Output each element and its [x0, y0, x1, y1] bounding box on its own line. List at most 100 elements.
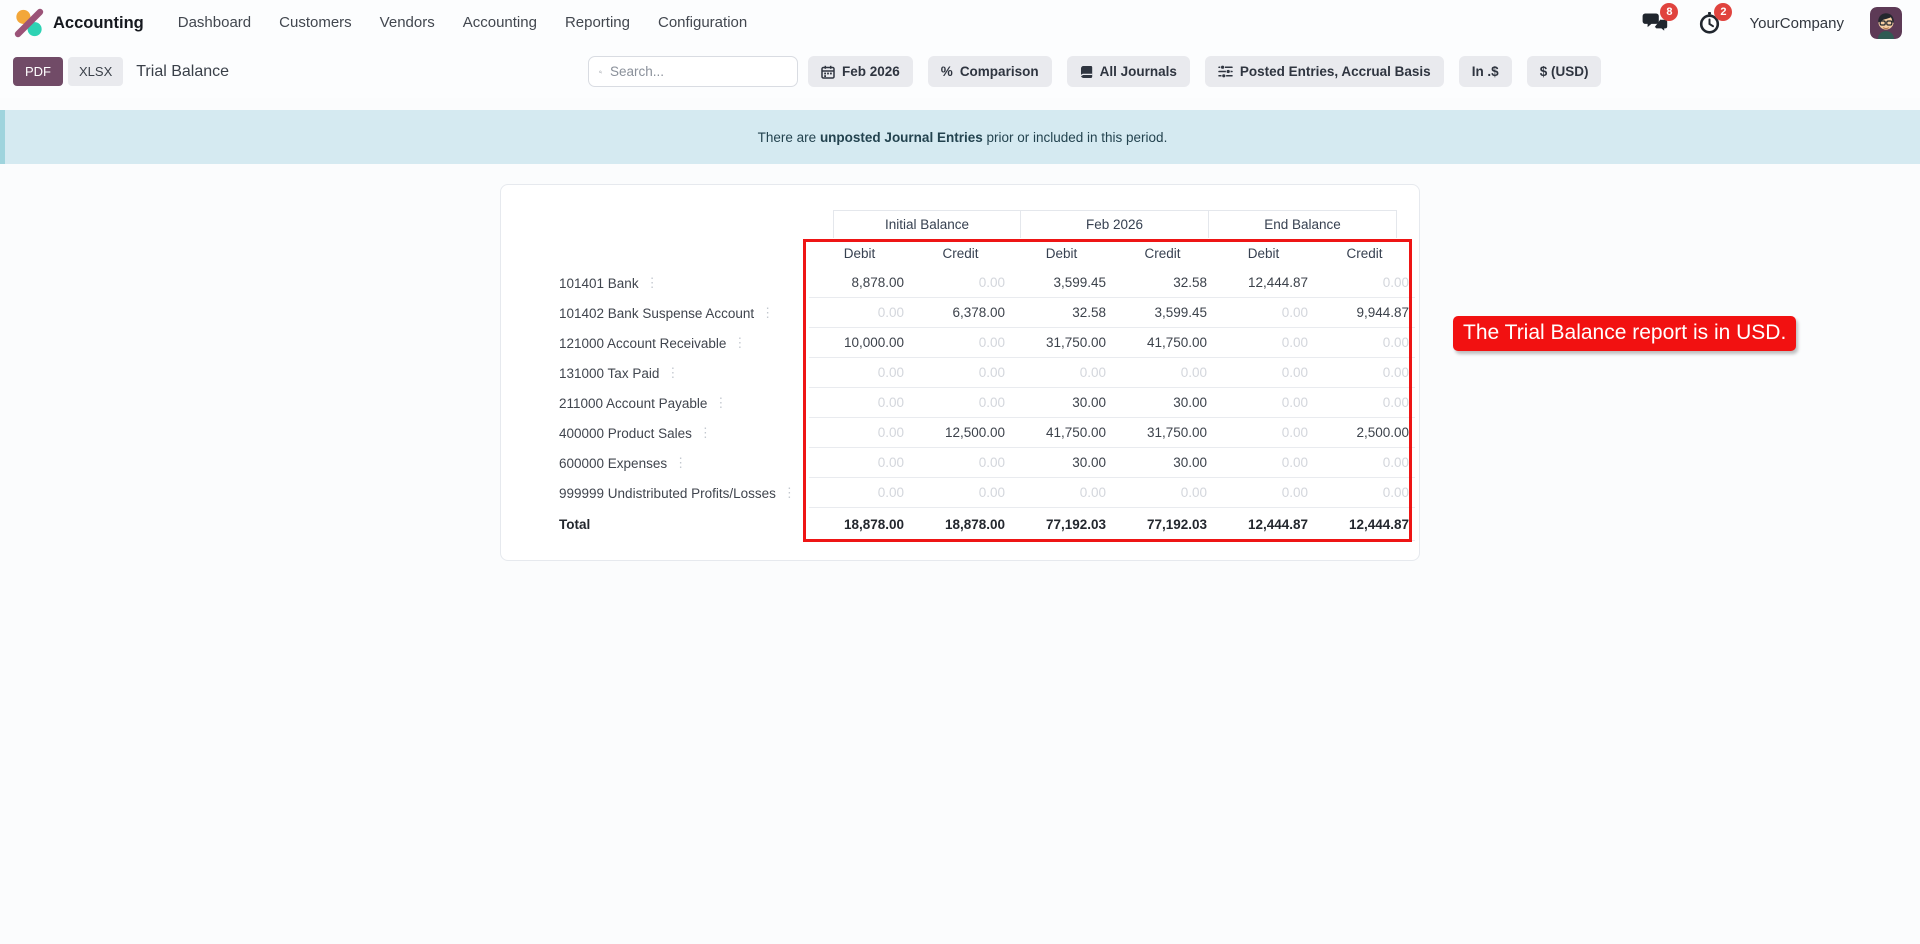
value-cell: 12,444.87	[1213, 268, 1314, 298]
value-cell: 77,192.03	[1011, 508, 1112, 541]
user-avatar[interactable]	[1870, 7, 1902, 39]
nav-menu-dashboard[interactable]: Dashboard	[164, 0, 265, 46]
account-row-999999-undistributed-profits-losses: 999999 Undistributed Profits/Losses⋮0.00…	[501, 478, 1419, 508]
pdf-export-button[interactable]: PDF	[13, 57, 63, 86]
value-cell: 12,500.00	[910, 418, 1011, 448]
filter-label: In .$	[1472, 64, 1499, 79]
filter-label: All Journals	[1100, 64, 1177, 79]
messages-button[interactable]: 8	[1641, 10, 1669, 36]
account-name[interactable]: 101401 Bank⋮	[501, 268, 809, 298]
kebab-menu-icon[interactable]: ⋮	[783, 485, 796, 501]
account-name[interactable]: 131000 Tax Paid⋮	[501, 358, 809, 388]
kebab-menu-icon[interactable]: ⋮	[714, 395, 727, 411]
header-initial-balance-credit: Credit	[910, 238, 1011, 268]
value-cell: 12,444.87	[1314, 508, 1415, 541]
activities-badge: 2	[1714, 3, 1732, 21]
alert-text: There are unposted Journal Entries prior…	[758, 130, 1168, 145]
kebab-menu-icon[interactable]: ⋮	[733, 335, 746, 351]
company-switcher[interactable]: YourCompany	[1749, 15, 1844, 32]
nav-menu-vendors[interactable]: Vendors	[366, 0, 449, 46]
filter-button-posted-entries-accrual-basis[interactable]: Posted Entries, Accrual Basis	[1205, 56, 1444, 87]
column-group-end-balance: End Balance	[1209, 210, 1397, 238]
search-box[interactable]	[588, 56, 798, 87]
kebab-menu-icon[interactable]: ⋮	[761, 305, 774, 321]
filter-button-all-journals[interactable]: All Journals	[1067, 56, 1190, 87]
value-cell: 30.00	[1112, 448, 1213, 478]
value-cell: 0.00	[1314, 448, 1415, 478]
navbar-right: 8 2 YourCompany	[1641, 7, 1902, 39]
total-label: Total	[501, 508, 809, 541]
account-name[interactable]: 400000 Product Sales⋮	[501, 418, 809, 448]
nav-menu-configuration[interactable]: Configuration	[644, 0, 761, 46]
debit-credit-header-row: DebitCreditDebitCreditDebitCredit	[501, 238, 1419, 268]
total-row: Total18,878.0018,878.0077,192.0377,192.0…	[501, 508, 1419, 541]
value-cell: 30.00	[1011, 388, 1112, 418]
account-name[interactable]: 211000 Account Payable⋮	[501, 388, 809, 418]
value-cell: 0.00	[910, 388, 1011, 418]
value-cell: 0.00	[809, 358, 910, 388]
filter-label: Comparison	[960, 64, 1039, 79]
search-input[interactable]	[610, 64, 787, 79]
filter-button-comparison[interactable]: % Comparison	[928, 56, 1052, 87]
value-cell: 30.00	[1011, 448, 1112, 478]
value-cell: 2,500.00	[1314, 418, 1415, 448]
top-navbar: Accounting DashboardCustomersVendorsAcco…	[0, 0, 1920, 46]
value-cell: 0.00	[1112, 358, 1213, 388]
value-cell: 30.00	[1112, 388, 1213, 418]
value-cell: 0.00	[1112, 478, 1213, 508]
header-end-balance-credit: Credit	[1314, 238, 1415, 268]
value-cell: 18,878.00	[910, 508, 1011, 541]
value-cell: 0.00	[809, 388, 910, 418]
filter-label: Feb 2026	[842, 64, 900, 79]
account-name[interactable]: 999999 Undistributed Profits/Losses⋮	[501, 478, 809, 508]
value-cell: 0.00	[1213, 478, 1314, 508]
accounting-app-icon[interactable]	[14, 8, 44, 38]
filter-label: Posted Entries, Accrual Basis	[1240, 64, 1431, 79]
activities-button[interactable]: 2	[1695, 10, 1723, 36]
filter-label: $ (USD)	[1540, 64, 1589, 79]
column-group-feb-2026: Feb 2026	[1021, 210, 1209, 238]
value-cell: 0.00	[910, 448, 1011, 478]
value-cell: 0.00	[910, 268, 1011, 298]
value-cell: 3,599.45	[1011, 268, 1112, 298]
nav-menu-accounting[interactable]: Accounting	[449, 0, 551, 46]
value-cell: 0.00	[809, 298, 910, 328]
account-name[interactable]: 101402 Bank Suspense Account⋮	[501, 298, 809, 328]
account-row-600000-expenses: 600000 Expenses⋮0.000.0030.0030.000.000.…	[501, 448, 1419, 478]
value-cell: 77,192.03	[1112, 508, 1213, 541]
control-panel: PDF XLSX Trial Balance Feb 2026%Comparis…	[0, 46, 1920, 98]
nav-menu: DashboardCustomersVendorsAccountingRepor…	[164, 0, 761, 46]
kebab-menu-icon[interactable]: ⋮	[674, 455, 687, 471]
value-cell: 0.00	[1213, 358, 1314, 388]
nav-menu-customers[interactable]: Customers	[265, 0, 366, 46]
account-name[interactable]: 600000 Expenses⋮	[501, 448, 809, 478]
kebab-menu-icon[interactable]: ⋮	[646, 275, 659, 291]
value-cell: 8,878.00	[809, 268, 910, 298]
account-name[interactable]: 121000 Account Receivable⋮	[501, 328, 809, 358]
account-row-101402-bank-suspense-account: 101402 Bank Suspense Account⋮0.006,378.0…	[501, 298, 1419, 328]
value-cell: 0.00	[1213, 388, 1314, 418]
xlsx-export-button[interactable]: XLSX	[68, 57, 123, 86]
account-row-131000-tax-paid: 131000 Tax Paid⋮0.000.000.000.000.000.00	[501, 358, 1419, 388]
value-cell: 41,750.00	[1112, 328, 1213, 358]
nav-menu-reporting[interactable]: Reporting	[551, 0, 644, 46]
percent-icon: %	[941, 64, 953, 79]
account-row-101401-bank: 101401 Bank⋮8,878.000.003,599.4532.5812,…	[501, 268, 1419, 298]
filter-button-usd[interactable]: $ (USD)	[1527, 56, 1602, 87]
kebab-menu-icon[interactable]: ⋮	[666, 365, 679, 381]
value-cell: 0.00	[1314, 388, 1415, 418]
kebab-menu-icon[interactable]: ⋮	[699, 425, 712, 441]
column-group-header-row: Initial BalanceFeb 2026End Balance	[501, 210, 1419, 238]
filter-button-in[interactable]: In .$	[1459, 56, 1512, 87]
value-cell: 6,378.00	[910, 298, 1011, 328]
value-cell: 0.00	[1213, 448, 1314, 478]
account-row-400000-product-sales: 400000 Product Sales⋮0.0012,500.0041,750…	[501, 418, 1419, 448]
header-initial-balance-debit: Debit	[809, 238, 910, 268]
app-name[interactable]: Accounting	[53, 14, 144, 33]
header-feb-2026-credit: Credit	[1112, 238, 1213, 268]
usd-annotation-label: The Trial Balance report is in USD.	[1453, 316, 1796, 351]
value-cell: 3,599.45	[1112, 298, 1213, 328]
value-cell: 32.58	[1112, 268, 1213, 298]
filter-button-feb-2026[interactable]: Feb 2026	[808, 56, 913, 87]
value-cell: 0.00	[809, 478, 910, 508]
